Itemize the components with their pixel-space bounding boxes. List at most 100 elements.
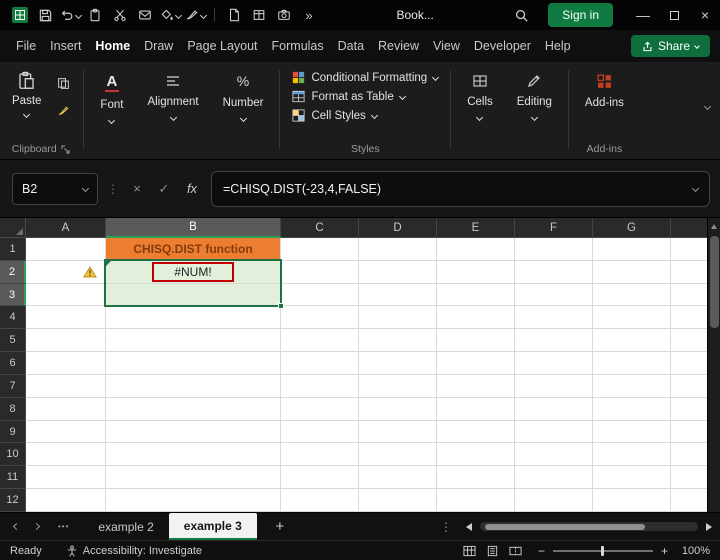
cells-group-button[interactable]: Cells [455, 62, 505, 159]
cell-C8[interactable] [281, 397, 359, 421]
cell-D10[interactable] [359, 443, 437, 467]
cell-E9[interactable] [437, 420, 515, 444]
sign-in-button[interactable]: Sign in [548, 3, 613, 27]
menu-tab-help[interactable]: Help [545, 39, 571, 53]
error-warning-icon[interactable] [83, 266, 97, 278]
cell-C2[interactable] [281, 260, 359, 284]
table-icon[interactable] [247, 3, 271, 27]
search-icon[interactable] [509, 3, 533, 27]
column-header-G[interactable]: G [593, 218, 671, 238]
menu-tab-page-layout[interactable]: Page Layout [187, 39, 257, 53]
cell-F4[interactable] [515, 306, 593, 330]
addins-button[interactable]: Add-ins [573, 62, 636, 109]
cell-D1[interactable] [359, 238, 437, 261]
hscroll-left-arrow[interactable] [466, 522, 472, 531]
column-header-C[interactable]: C [281, 218, 359, 238]
fill-color-dropdown-icon[interactable] [174, 11, 182, 19]
cell-C5[interactable] [281, 329, 359, 353]
cell-G9[interactable] [593, 420, 671, 444]
zoom-out-button[interactable]: − [538, 544, 545, 558]
menu-tab-review[interactable]: Review [378, 39, 419, 53]
add-sheet-button[interactable]: + [267, 518, 293, 535]
cell-B8[interactable] [106, 397, 281, 421]
conditional-formatting-button[interactable]: Conditional Formatting [292, 71, 440, 84]
cell-F7[interactable] [515, 374, 593, 398]
cell-D2[interactable] [359, 260, 437, 284]
cell-G10[interactable] [593, 443, 671, 467]
menu-tab-data[interactable]: Data [338, 39, 364, 53]
select-all-corner[interactable] [0, 218, 26, 238]
cancel-button[interactable]: × [128, 181, 146, 196]
row-header-12[interactable]: 12 [0, 489, 26, 512]
cell-C6[interactable] [281, 352, 359, 375]
cell-D5[interactable] [359, 329, 437, 353]
cell-D8[interactable] [359, 397, 437, 421]
copy-icon[interactable] [53, 75, 73, 91]
more-commands-icon[interactable]: » [297, 3, 321, 27]
cell-C12[interactable] [281, 489, 359, 512]
column-header-F[interactable]: F [515, 218, 593, 238]
expand-formula-bar-icon[interactable] [691, 184, 700, 193]
sheet-tab-example-3[interactable]: example 3 [168, 513, 257, 540]
cell-B4[interactable] [106, 306, 281, 330]
cell-D12[interactable] [359, 489, 437, 512]
font-color-dropdown-icon[interactable] [199, 11, 207, 19]
row-header-8[interactable]: 8 [0, 397, 26, 421]
cell-C10[interactable] [281, 443, 359, 467]
cell-A7[interactable] [26, 374, 106, 398]
scroll-up-icon[interactable] [711, 224, 717, 229]
cell-C9[interactable] [281, 420, 359, 444]
cell-G6[interactable] [593, 352, 671, 375]
cell-B5[interactable] [106, 329, 281, 353]
font-color-icon[interactable] [183, 3, 207, 27]
row-header-3[interactable]: 3 [0, 283, 26, 307]
cell-C7[interactable] [281, 374, 359, 398]
cell-F1[interactable] [515, 238, 593, 261]
menu-tab-home[interactable]: Home [95, 39, 130, 53]
menu-tab-view[interactable]: View [433, 39, 460, 53]
font-group-button[interactable]: A Font [88, 62, 135, 159]
cell-F9[interactable] [515, 420, 593, 444]
cell-C11[interactable] [281, 466, 359, 490]
cell-F6[interactable] [515, 352, 593, 375]
cell-G3[interactable] [593, 283, 671, 307]
column-header-A[interactable]: A [26, 218, 106, 238]
cell-styles-button[interactable]: Cell Styles [292, 109, 378, 122]
cell-C4[interactable] [281, 306, 359, 330]
cell-G1[interactable] [593, 238, 671, 261]
insert-function-button[interactable]: fx [182, 181, 202, 196]
row-header-11[interactable]: 11 [0, 466, 26, 490]
cell-A6[interactable] [26, 352, 106, 375]
row-header-9[interactable]: 9 [0, 420, 26, 444]
cell-G12[interactable] [593, 489, 671, 512]
zoom-thumb[interactable] [600, 545, 604, 556]
cell-C3[interactable] [281, 283, 359, 307]
cell-D9[interactable] [359, 420, 437, 444]
cell-A9[interactable] [26, 420, 106, 444]
normal-view-icon[interactable] [463, 545, 476, 557]
vertical-scroll-thumb[interactable] [710, 236, 719, 328]
name-box[interactable]: B2 [12, 172, 98, 205]
cell-D3[interactable] [359, 283, 437, 307]
cell-F10[interactable] [515, 443, 593, 467]
cell-B11[interactable] [106, 466, 281, 490]
tab-scroll-right-icon[interactable] [28, 522, 44, 531]
page-layout-view-icon[interactable] [486, 545, 499, 557]
menu-tab-file[interactable]: File [16, 39, 36, 53]
name-box-dropdown-icon[interactable] [81, 184, 90, 193]
menu-tab-insert[interactable]: Insert [50, 39, 81, 53]
cell-E8[interactable] [437, 397, 515, 421]
cell-D11[interactable] [359, 466, 437, 490]
cell-B7[interactable] [106, 374, 281, 398]
cut-icon[interactable] [108, 3, 132, 27]
row-header-1[interactable]: 1 [0, 238, 26, 261]
cell-E10[interactable] [437, 443, 515, 467]
alignment-group-button[interactable]: Alignment [135, 62, 210, 159]
column-header-B[interactable]: B [106, 218, 281, 238]
column-header-E[interactable]: E [437, 218, 515, 238]
paste-button[interactable]: Paste [2, 62, 51, 119]
column-header-D[interactable]: D [359, 218, 437, 238]
cell-B12[interactable] [106, 489, 281, 512]
cell-E1[interactable] [437, 238, 515, 261]
formula-input[interactable]: =CHISQ.DIST(-23,4,FALSE) [211, 170, 710, 207]
